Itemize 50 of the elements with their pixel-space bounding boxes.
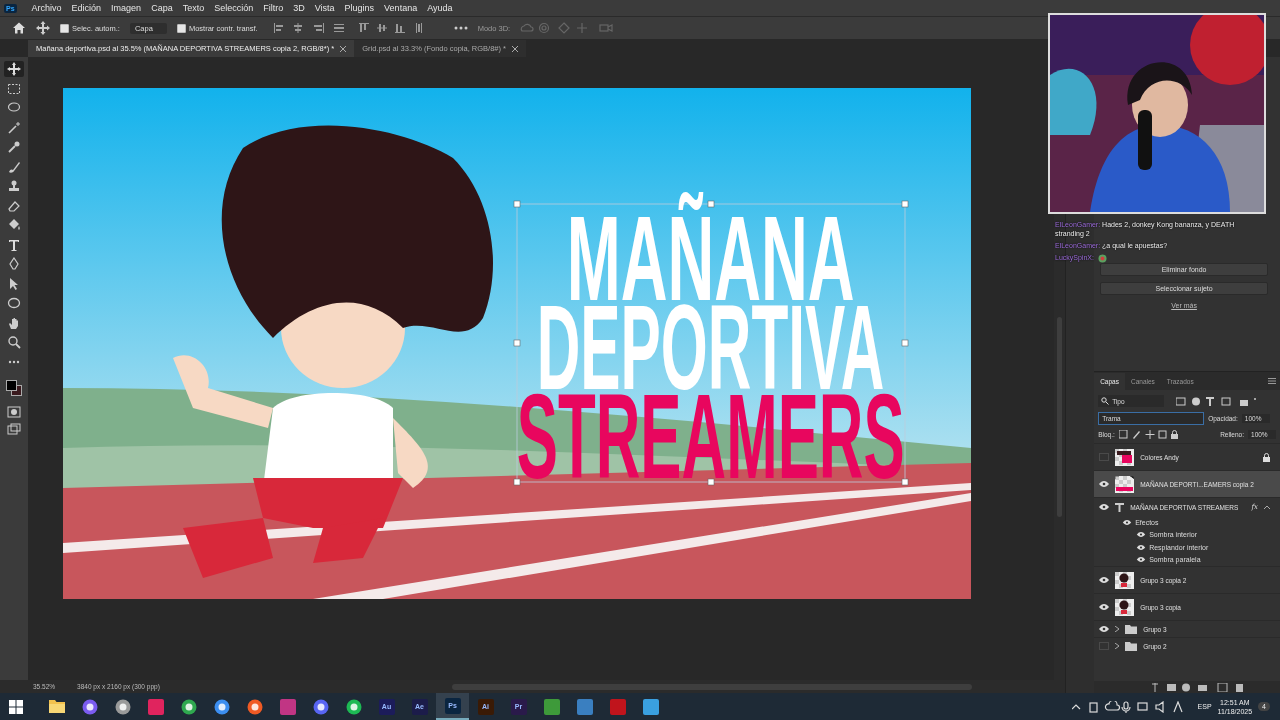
folder-icon bbox=[1125, 624, 1138, 634]
move-tool-icon[interactable] bbox=[4, 61, 24, 77]
eye-icon[interactable] bbox=[1136, 532, 1147, 538]
eye-icon[interactable] bbox=[1122, 519, 1133, 525]
windows-start-icon[interactable] bbox=[9, 699, 23, 714]
emote-icon bbox=[1097, 253, 1107, 263]
type-layer-icon bbox=[1115, 502, 1125, 512]
canvas-title-text: MAÑANA bbox=[567, 190, 855, 303]
chevron-icon[interactable] bbox=[1115, 626, 1120, 632]
menu-item[interactable]: Edición bbox=[66, 3, 107, 13]
menu-item[interactable]: Plugins bbox=[339, 3, 380, 13]
menu-item[interactable]: Ayuda bbox=[422, 3, 458, 13]
layer-thumbnail bbox=[1115, 598, 1135, 616]
eye-icon[interactable] bbox=[1099, 481, 1110, 487]
close-icon[interactable] bbox=[340, 45, 347, 52]
menu-item[interactable]: Vista bbox=[309, 3, 340, 13]
screen-mode-icon[interactable] bbox=[4, 422, 24, 436]
menu-item[interactable]: Selección bbox=[209, 3, 259, 13]
close-icon[interactable] bbox=[512, 45, 518, 52]
quick-mask-icon[interactable] bbox=[4, 404, 24, 419]
layer-filter-icons-drawing[interactable] bbox=[1176, 396, 1257, 406]
folder-icon bbox=[1125, 641, 1138, 651]
menu-item[interactable]: Imagen bbox=[106, 3, 147, 13]
canvas-title-text: DEPORTIVA bbox=[537, 302, 885, 392]
home-icon[interactable] bbox=[12, 21, 26, 35]
more-icon[interactable] bbox=[453, 26, 468, 30]
collapse-icon[interactable] bbox=[1264, 505, 1270, 509]
menu-item[interactable]: Capa bbox=[146, 3, 178, 13]
visibility-toggle[interactable] bbox=[1099, 642, 1110, 650]
visibility-toggle[interactable] bbox=[1099, 453, 1110, 461]
move-tool-icon[interactable] bbox=[36, 21, 50, 35]
eye-icon[interactable] bbox=[1099, 577, 1110, 583]
layer-thumbnail bbox=[1115, 448, 1135, 466]
eye-icon[interactable] bbox=[1099, 626, 1110, 632]
eye-icon[interactable] bbox=[1099, 504, 1110, 510]
menu-item[interactable]: Ventana bbox=[379, 3, 423, 13]
menu-icon[interactable] bbox=[1268, 378, 1276, 384]
menu-item[interactable]: Filtro bbox=[258, 3, 289, 13]
chevron-icon[interactable] bbox=[1115, 643, 1120, 649]
eye-icon[interactable] bbox=[1136, 557, 1147, 563]
layer-thumbnail bbox=[1115, 475, 1135, 493]
menu-item[interactable]: 3D bbox=[288, 3, 310, 13]
layer-thumbnail bbox=[1115, 571, 1135, 589]
lock-options-icons-drawing[interactable] bbox=[1118, 430, 1179, 439]
search-icon bbox=[1101, 397, 1110, 405]
menu-item[interactable]: Archivo bbox=[26, 3, 67, 13]
eye-icon[interactable] bbox=[1099, 604, 1110, 610]
eye-icon[interactable] bbox=[1136, 544, 1147, 550]
menu-item[interactable]: Texto bbox=[177, 3, 210, 13]
color-swatches-drawing[interactable] bbox=[5, 379, 23, 397]
